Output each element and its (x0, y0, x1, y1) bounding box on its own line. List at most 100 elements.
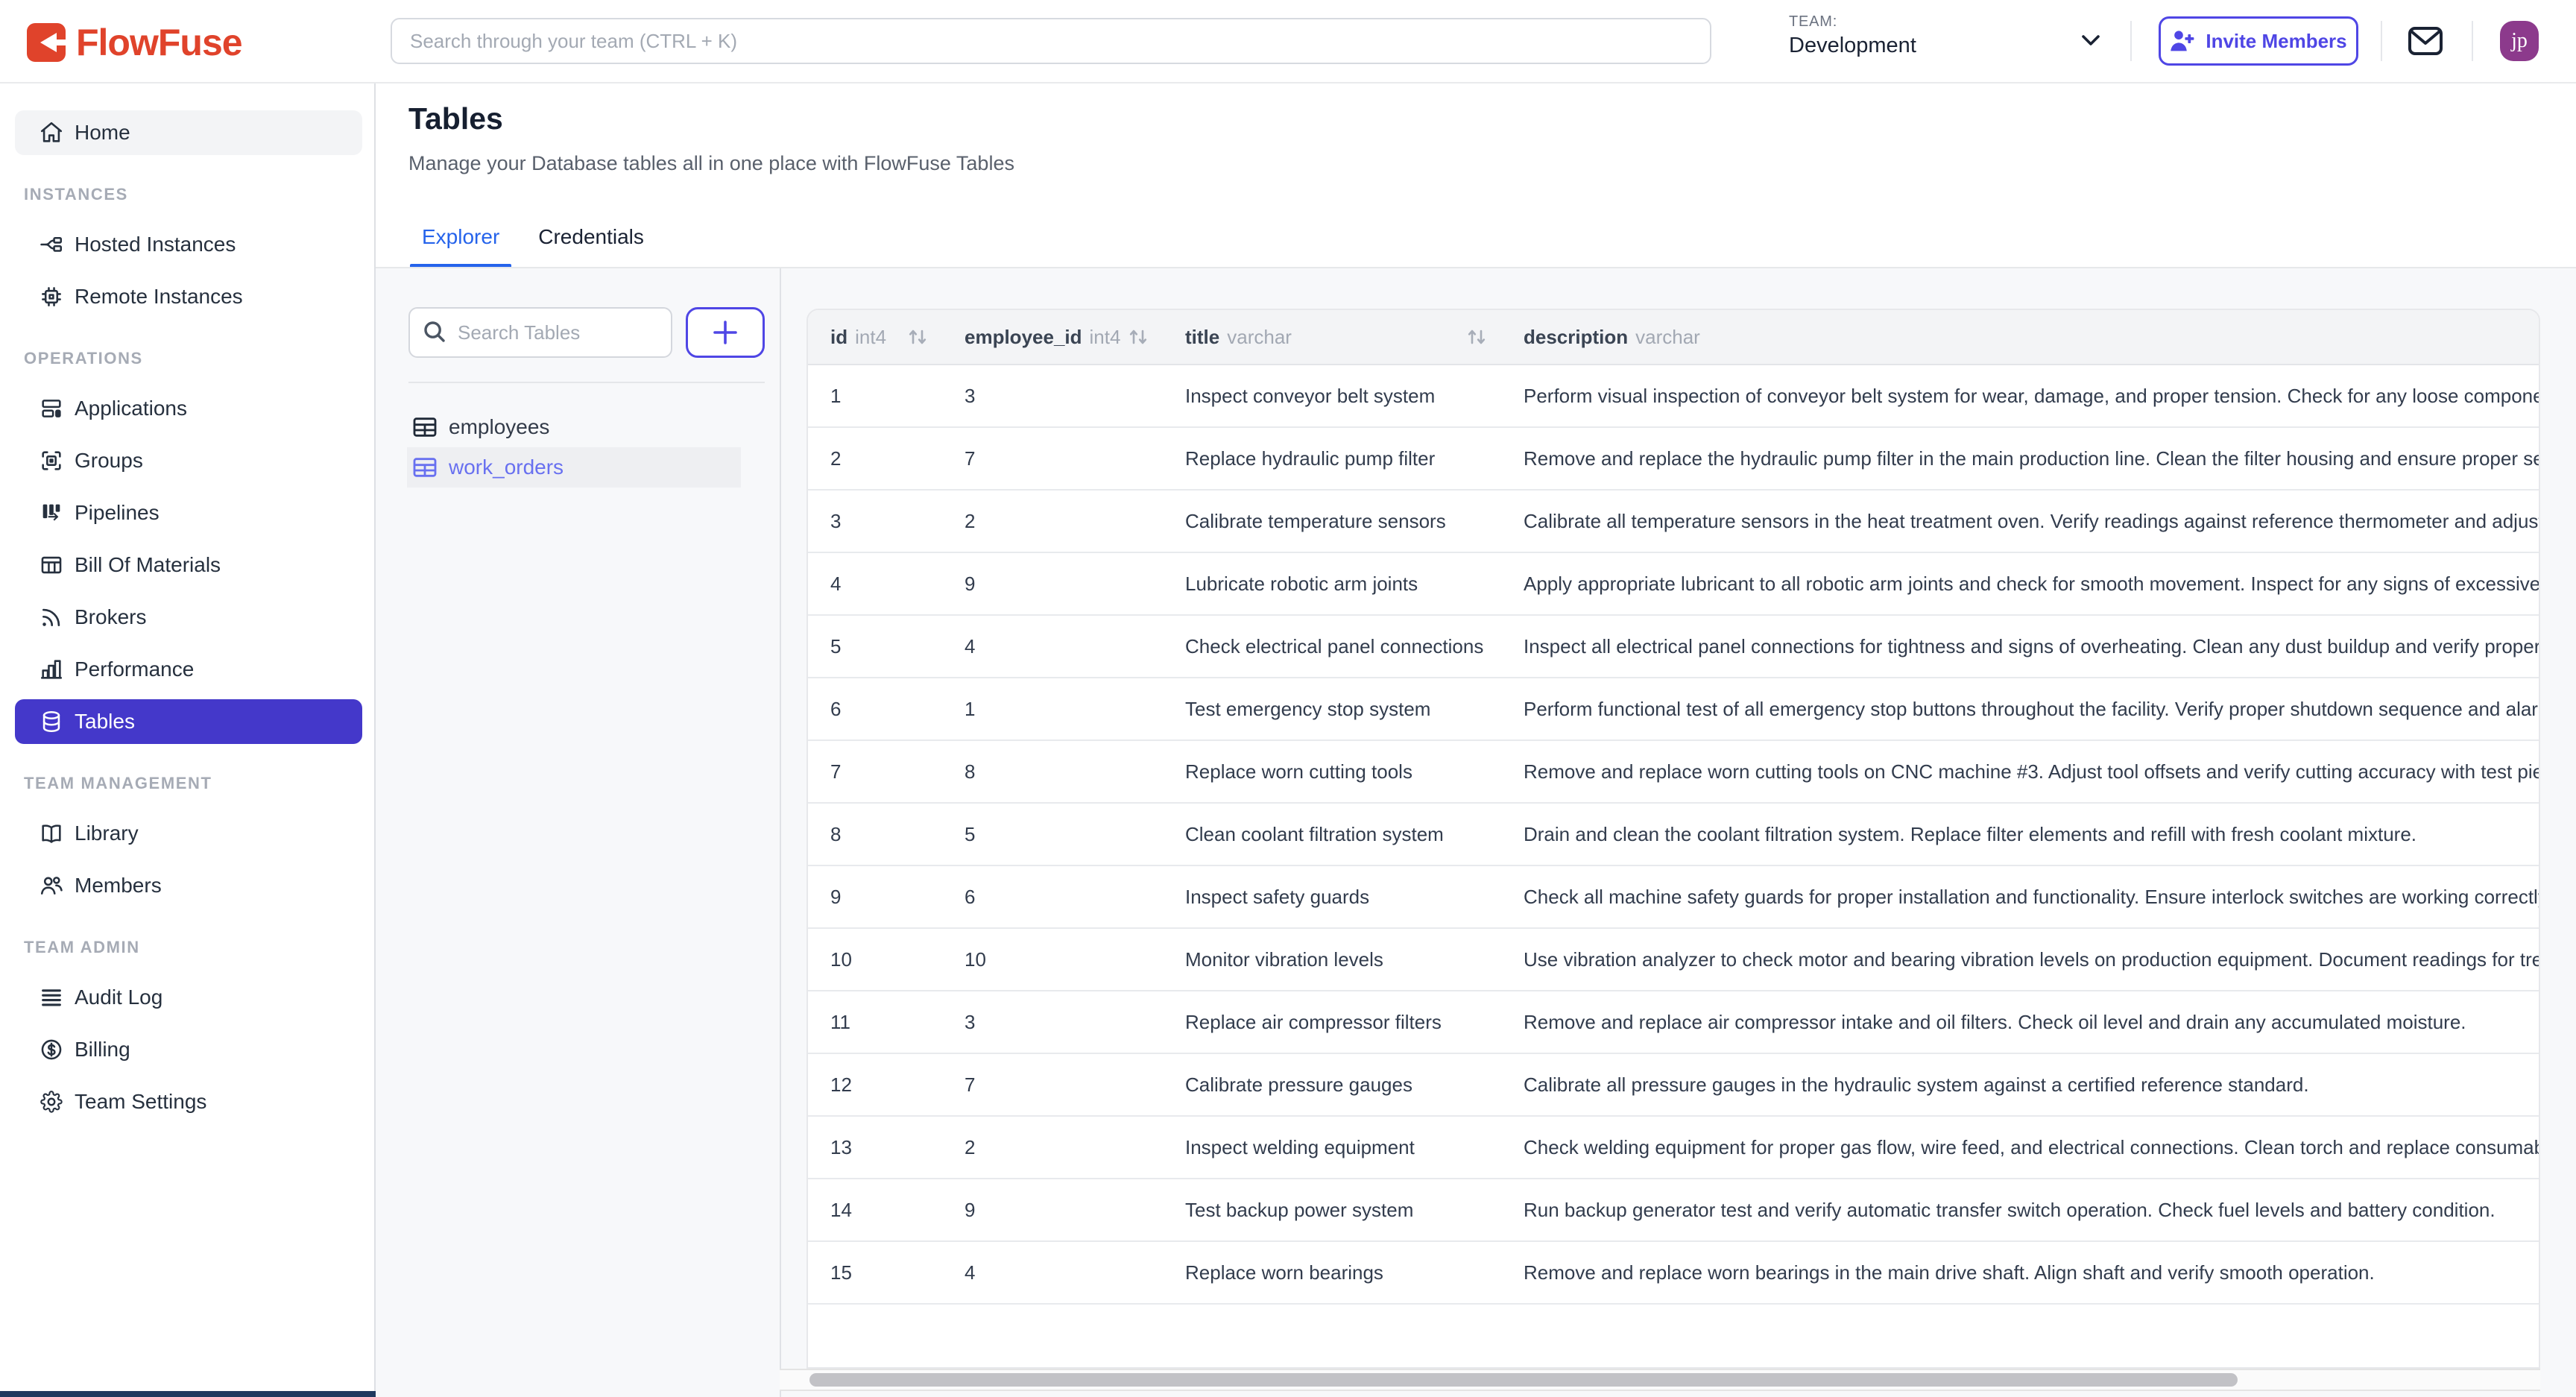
sidebar-section-heading: INSTANCES (24, 185, 350, 204)
horizontal-scrollbar[interactable] (780, 1369, 2540, 1391)
add-table-button[interactable] (686, 307, 765, 358)
sidebar-item-audit-log[interactable]: Audit Log (15, 975, 362, 1020)
cell-employee-id: 7 (942, 1054, 1163, 1115)
tab-credentials[interactable]: Credentials (526, 225, 656, 268)
chevron-down-icon[interactable] (2081, 34, 2100, 48)
cell-employee-id: 2 (942, 1117, 1163, 1178)
tab-explorer[interactable]: Explorer (410, 225, 511, 268)
sidebar-item-bill-of-materials[interactable]: Bill Of Materials (15, 543, 362, 587)
sidebar-section-heading: OPERATIONS (24, 349, 350, 368)
cell-title: Replace worn bearings (1163, 1242, 1501, 1303)
cell-title: Inspect safety guards (1163, 866, 1501, 927)
search-tables-input[interactable] (408, 307, 672, 358)
cell-id: 14 (808, 1179, 942, 1240)
table-row[interactable]: 10 10 Monitor vibration levels Use vibra… (808, 929, 2539, 991)
sidebar-item-library[interactable]: Library (15, 811, 362, 856)
table-row[interactable]: 8 5 Clean coolant filtration system Drai… (808, 804, 2539, 866)
tables-icon (39, 709, 64, 734)
invite-members-button[interactable]: Invite Members (2159, 16, 2358, 66)
sidebar-item-groups[interactable]: Groups (15, 438, 362, 483)
table-icon (413, 417, 437, 438)
table-header-row: id int4 employee_id int4 title varchar (808, 310, 2539, 365)
cell-description: Calibrate all temperature sensors in the… (1501, 491, 2539, 552)
audit-log-icon (39, 985, 64, 1010)
library-icon (39, 821, 64, 846)
sort-icon[interactable] (1467, 328, 1486, 346)
sidebar-item-remote-instances[interactable]: Remote Instances (15, 274, 362, 319)
sidebar-item-team-settings[interactable]: Team Settings (15, 1079, 362, 1124)
sidebar-item-label: Billing (75, 1038, 130, 1062)
cell-title: Inspect conveyor belt system (1163, 365, 1501, 426)
sidebar-item-pipelines[interactable]: Pipelines (15, 491, 362, 535)
cell-description: Drain and clean the coolant filtration s… (1501, 804, 2539, 865)
scrollbar-thumb[interactable] (809, 1373, 2238, 1387)
header-divider (2381, 21, 2382, 61)
table-row[interactable]: 13 2 Inspect welding equipment Check wel… (808, 1117, 2539, 1179)
column-header-description[interactable]: description varchar (1501, 310, 2539, 364)
sidebar-item-label: Library (75, 822, 139, 845)
cell-title: Test emergency stop system (1163, 678, 1501, 740)
table-row[interactable]: 11 3 Replace air compressor filters Remo… (808, 991, 2539, 1054)
add-user-icon (2170, 30, 2195, 52)
tables-list: employees work_orders (407, 407, 741, 488)
sidebar-item-applications[interactable]: Applications (15, 386, 362, 431)
cell-title: Monitor vibration levels (1163, 929, 1501, 990)
bill-of-materials-icon (39, 552, 64, 578)
sidebar-item-billing[interactable]: Billing (15, 1027, 362, 1072)
cell-title: Check electrical panel connections (1163, 616, 1501, 677)
table-name: employees (449, 415, 549, 439)
cell-id: 5 (808, 616, 942, 677)
remote-instances-icon (39, 284, 64, 309)
members-icon (39, 873, 64, 898)
sort-icon[interactable] (1128, 328, 1148, 346)
table-row[interactable]: 12 7 Calibrate pressure gauges Calibrate… (808, 1054, 2539, 1117)
flowfuse-logo[interactable]: FlowFuse (27, 21, 242, 64)
sidebar-item-label: Team Settings (75, 1090, 206, 1114)
content-divider (780, 268, 781, 1397)
table-list-item-work-orders[interactable]: work_orders (407, 447, 741, 488)
cell-description: Perform functional test of all emergency… (1501, 678, 2539, 740)
table-row[interactable]: 14 9 Test backup power system Run backup… (808, 1179, 2539, 1242)
page-title: Tables (408, 101, 503, 136)
mail-icon[interactable] (2408, 25, 2443, 57)
cell-title: Clean coolant filtration system (1163, 804, 1501, 865)
cell-employee-id: 8 (942, 741, 1163, 802)
column-header-id[interactable]: id int4 (808, 310, 942, 364)
table-row[interactable]: 15 4 Replace worn bearings Remove and re… (808, 1242, 2539, 1305)
invite-members-label: Invite Members (2206, 30, 2346, 53)
table-row[interactable]: 7 8 Replace worn cutting tools Remove an… (808, 741, 2539, 804)
sidebar-item-brokers[interactable]: Brokers (15, 595, 362, 640)
table-row[interactable]: 6 1 Test emergency stop system Perform f… (808, 678, 2539, 741)
sidebar-item-home[interactable]: Home (15, 110, 362, 155)
cell-employee-id: 7 (942, 428, 1163, 489)
sidebar-item-members[interactable]: Members (15, 863, 362, 908)
team-search-input[interactable] (391, 18, 1711, 64)
sidebar-item-performance[interactable]: Performance (15, 647, 362, 692)
sort-icon[interactable] (908, 328, 927, 346)
header-divider (2472, 21, 2473, 61)
cell-description: Remove and replace air compressor intake… (1501, 991, 2539, 1053)
user-avatar[interactable]: jp (2500, 21, 2539, 61)
team-selector[interactable]: TEAM: Development (1789, 13, 1916, 58)
header-divider (2130, 21, 2132, 61)
table-row[interactable]: 1 3 Inspect conveyor belt system Perform… (808, 365, 2539, 428)
data-table: id int4 employee_id int4 title varchar (806, 309, 2540, 1369)
sidebar-item-label: Remote Instances (75, 285, 243, 309)
sidebar-item-hosted-instances[interactable]: Hosted Instances (15, 222, 362, 267)
table-list-item-employees[interactable]: employees (407, 407, 741, 447)
flowfuse-app: FlowFuse TEAM: Development Invite Member… (0, 0, 2576, 1397)
table-row[interactable]: 4 9 Lubricate robotic arm joints Apply a… (808, 553, 2539, 616)
sidebar-item-tables[interactable]: Tables (15, 699, 362, 744)
table-row[interactable]: 3 2 Calibrate temperature sensors Calibr… (808, 491, 2539, 553)
table-row[interactable]: 5 4 Check electrical panel connections I… (808, 616, 2539, 678)
sidebar: Home INSTANCES Hosted Instances Remote I… (0, 82, 376, 1397)
cell-id: 13 (808, 1117, 942, 1178)
column-header-title[interactable]: title varchar (1163, 310, 1501, 364)
table-row[interactable]: 9 6 Inspect safety guards Check all mach… (808, 866, 2539, 929)
sidebar-item-label: Home (75, 121, 130, 145)
table-row[interactable]: 2 7 Replace hydraulic pump filter Remove… (808, 428, 2539, 491)
column-header-employee-id[interactable]: employee_id int4 (942, 310, 1163, 364)
flowfuse-logo-icon (27, 23, 66, 62)
sidebar-section-heading: TEAM MANAGEMENT (24, 774, 350, 793)
cell-description: Remove and replace the hydraulic pump fi… (1501, 428, 2539, 489)
